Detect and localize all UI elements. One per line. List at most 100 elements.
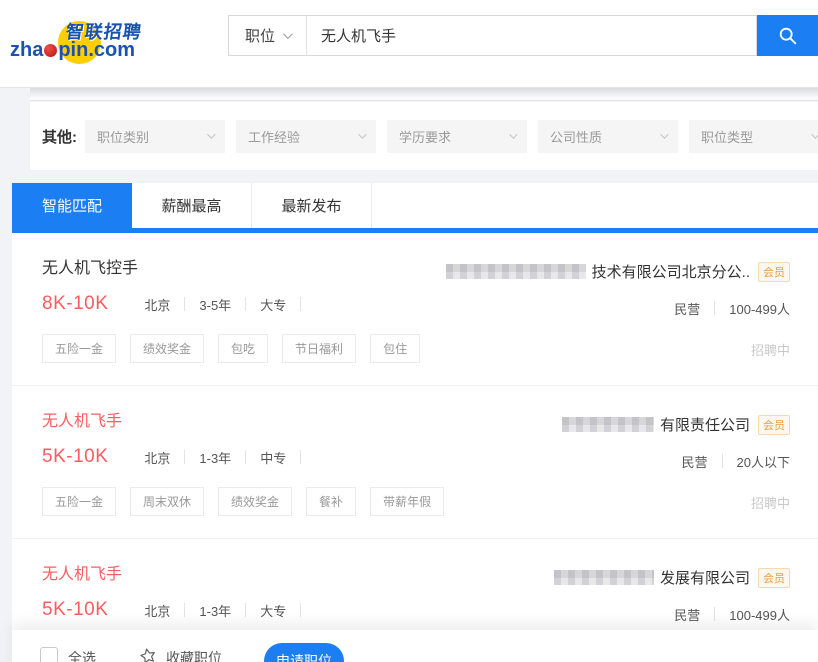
job-education: 大专 [246, 295, 300, 314]
bottom-action-bar: 全选 收藏职位 申请职位 [12, 630, 818, 662]
filter-dropdown-label: 工作经验 [248, 127, 300, 146]
job-city: 北京 [130, 448, 184, 467]
chevron-down-icon [660, 130, 668, 138]
zhaopin-logo[interactable]: 智联招聘 zhapin.com [10, 8, 155, 78]
company-name[interactable]: 技术有限公司北京分公.. 会员 [446, 261, 790, 282]
chevron-down-icon [811, 130, 818, 138]
job-salary: 5K-10K [42, 446, 108, 468]
job-tag: 带薪年假 [370, 487, 444, 516]
logo-domain-pre: zha [10, 39, 43, 61]
filter-dropdown-3[interactable]: 学历要求 [387, 120, 527, 153]
chevron-down-icon [509, 130, 517, 138]
job-card-left: 无人机飞控手 8K-10K北京3-5年大专五险一金绩效奖金包吃节日福利包住 [42, 259, 440, 363]
job-card: 无人机飞控手8K-10K北京3-5年大专五险一金绩效奖金包吃节日福利包住技术有限… [12, 233, 818, 385]
meta-divider [300, 450, 301, 464]
job-title[interactable]: 无人机飞控手 [42, 259, 440, 279]
job-salary: 8K-10K [42, 293, 108, 315]
job-experience: 3-5年 [185, 295, 245, 314]
chevron-down-icon [283, 29, 293, 39]
job-tags-row: 五险一金周末双休绩效奖金餐补带薪年假 [42, 487, 440, 516]
sort-tabs: 智能匹配薪酬最高最新发布 [12, 183, 818, 228]
company-size: 100-499人 [715, 299, 790, 318]
company-type: 民营 [660, 299, 714, 318]
filter-dropdowns: 职位类别 工作经验 学历要求 公司性质 职位类型 [85, 120, 818, 153]
job-results-list: 无人机飞控手8K-10K北京3-5年大专五险一金绩效奖金包吃节日福利包住技术有限… [12, 233, 818, 662]
filter-dropdown-5[interactable]: 职位类型 [689, 120, 818, 153]
blurred-company-name [562, 417, 654, 432]
job-experience: 1-3年 [185, 448, 245, 467]
search-button[interactable] [757, 15, 818, 56]
meta-divider [300, 297, 301, 311]
filter-dropdown-label: 职位类型 [701, 127, 753, 146]
select-all-label: 全选 [68, 648, 96, 662]
job-status: 招聘中 [751, 340, 790, 359]
filter-section: 其他: 职位类别 工作经验 学历要求 公司性质 职位类型 [30, 102, 818, 170]
tab-3[interactable]: 最新发布 [252, 183, 372, 228]
chevron-down-icon [358, 130, 366, 138]
tab-2[interactable]: 薪酬最高 [132, 183, 252, 228]
company-size: 100-499人 [715, 605, 790, 624]
job-title[interactable]: 无人机飞手 [42, 565, 440, 585]
job-card-right: 有限责任公司会员民营20人以下招聘中 [440, 412, 790, 516]
job-tag: 包吃 [218, 334, 268, 363]
filter-dropdown-label: 学历要求 [399, 127, 451, 146]
company-name-suffix: 技术有限公司北京分公.. [592, 261, 750, 282]
search-category-dropdown[interactable]: 职位 [229, 25, 306, 46]
tab-1[interactable]: 智能匹配 [12, 183, 132, 228]
member-badge: 会员 [758, 568, 790, 588]
job-education: 大专 [246, 601, 300, 620]
job-meta-row: 5K-10K 北京1-3年大专 [42, 598, 440, 622]
search-category-label: 职位 [245, 25, 275, 46]
job-tag: 包住 [370, 334, 420, 363]
company-stats-row: 民营100-499人 [660, 604, 790, 624]
filter-dropdown-2[interactable]: 工作经验 [236, 120, 376, 153]
chevron-down-icon [207, 130, 215, 138]
company-stats-row: 民营20人以下 [668, 451, 790, 471]
job-tag: 五险一金 [42, 487, 116, 516]
favorite-jobs-label: 收藏职位 [166, 648, 222, 662]
select-all-checkbox[interactable] [40, 647, 58, 662]
search-input[interactable] [307, 27, 756, 44]
job-meta-row: 5K-10K北京1-3年中专 [42, 445, 440, 469]
company-name[interactable]: 发展有限公司会员 [554, 567, 790, 588]
meta-divider [300, 603, 301, 617]
job-tag: 绩效奖金 [130, 334, 204, 363]
logo-domain-post: pin.com [58, 39, 135, 61]
company-name-suffix: 有限责任公司 [660, 414, 750, 435]
company-size: 20人以下 [723, 452, 790, 471]
job-card: 无人机飞手5K-10K北京1-3年中专五险一金周末双休绩效奖金餐补带薪年假有限责… [12, 385, 818, 538]
blurred-company-name [554, 570, 654, 585]
job-tag: 餐补 [306, 487, 356, 516]
member-badge: 会员 [758, 262, 790, 282]
job-card-right: 技术有限公司北京分公.. 会员民营100-499人招聘中 [440, 259, 790, 363]
logo-red-dot-icon [44, 44, 57, 57]
header: 智联招聘 zhapin.com 职位 [0, 0, 818, 88]
header-shadow-band [30, 88, 818, 101]
company-stats-row: 民营100-499人 [660, 298, 790, 318]
job-tag: 周末双休 [130, 487, 204, 516]
job-title[interactable]: 无人机飞手 [42, 412, 440, 432]
search-icon [777, 25, 799, 47]
search-bar: 职位 [228, 15, 818, 56]
apply-jobs-button[interactable]: 申请职位 [264, 643, 344, 662]
filter-dropdown-1[interactable]: 职位类别 [85, 120, 225, 153]
company-name-suffix: 发展有限公司 [660, 567, 750, 588]
job-tag: 节日福利 [282, 334, 356, 363]
star-icon [136, 644, 160, 662]
logo-domain-text: zha pin.com [10, 39, 135, 62]
favorite-jobs-button[interactable]: 收藏职位 [138, 646, 222, 662]
company-type: 民营 [668, 452, 722, 471]
job-card-left: 无人机飞手5K-10K北京1-3年中专五险一金周末双休绩效奖金餐补带薪年假 [42, 412, 440, 516]
job-meta-row: 8K-10K北京3-5年大专 [42, 292, 440, 316]
job-tag: 绩效奖金 [218, 487, 292, 516]
filter-label: 其他: [42, 126, 77, 147]
search-box: 职位 [228, 15, 757, 56]
filter-dropdown-label: 职位类别 [97, 127, 149, 146]
job-experience: 1-3年 [185, 601, 245, 620]
company-name[interactable]: 有限责任公司会员 [562, 414, 790, 435]
job-tags-row: 五险一金绩效奖金包吃节日福利包住 [42, 334, 440, 363]
job-salary: 5K-10K [42, 599, 108, 621]
job-city: 北京 [130, 601, 184, 620]
filter-dropdown-4[interactable]: 公司性质 [538, 120, 678, 153]
job-status: 招聘中 [751, 493, 790, 512]
